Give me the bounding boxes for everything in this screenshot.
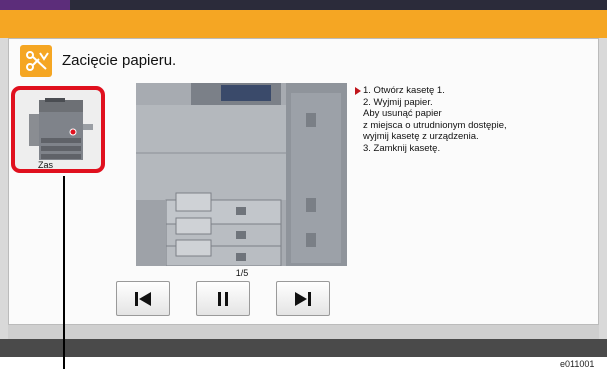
skip-back-icon	[135, 291, 151, 306]
bottom-bezel	[0, 339, 607, 357]
printer-thumbnail-icon	[29, 98, 93, 160]
page-counter: 1/5	[235, 268, 249, 278]
figure-code: e011001	[560, 359, 595, 369]
callout-line	[63, 176, 65, 369]
top-bar-accent	[0, 0, 70, 10]
next-button[interactable]	[276, 281, 330, 316]
footer-strip	[8, 325, 599, 339]
instruction-illustration	[136, 83, 347, 266]
header-band	[0, 10, 607, 38]
dialog-title: Zacięcie papieru.	[62, 52, 177, 69]
machine-thumbnail[interactable]	[11, 86, 105, 173]
instruction-steps: 1. Otwórz kasetę 1. 2. Wyjmij papier. Ab…	[363, 85, 507, 154]
top-bar	[0, 0, 607, 10]
pause-icon	[218, 291, 228, 306]
thumbnail-label: Zas	[38, 160, 54, 170]
pause-button[interactable]	[196, 281, 250, 316]
previous-button[interactable]	[116, 281, 170, 316]
current-step-arrow-icon	[355, 87, 361, 95]
skip-forward-icon	[295, 291, 311, 306]
paper-jam-icon	[20, 45, 52, 77]
